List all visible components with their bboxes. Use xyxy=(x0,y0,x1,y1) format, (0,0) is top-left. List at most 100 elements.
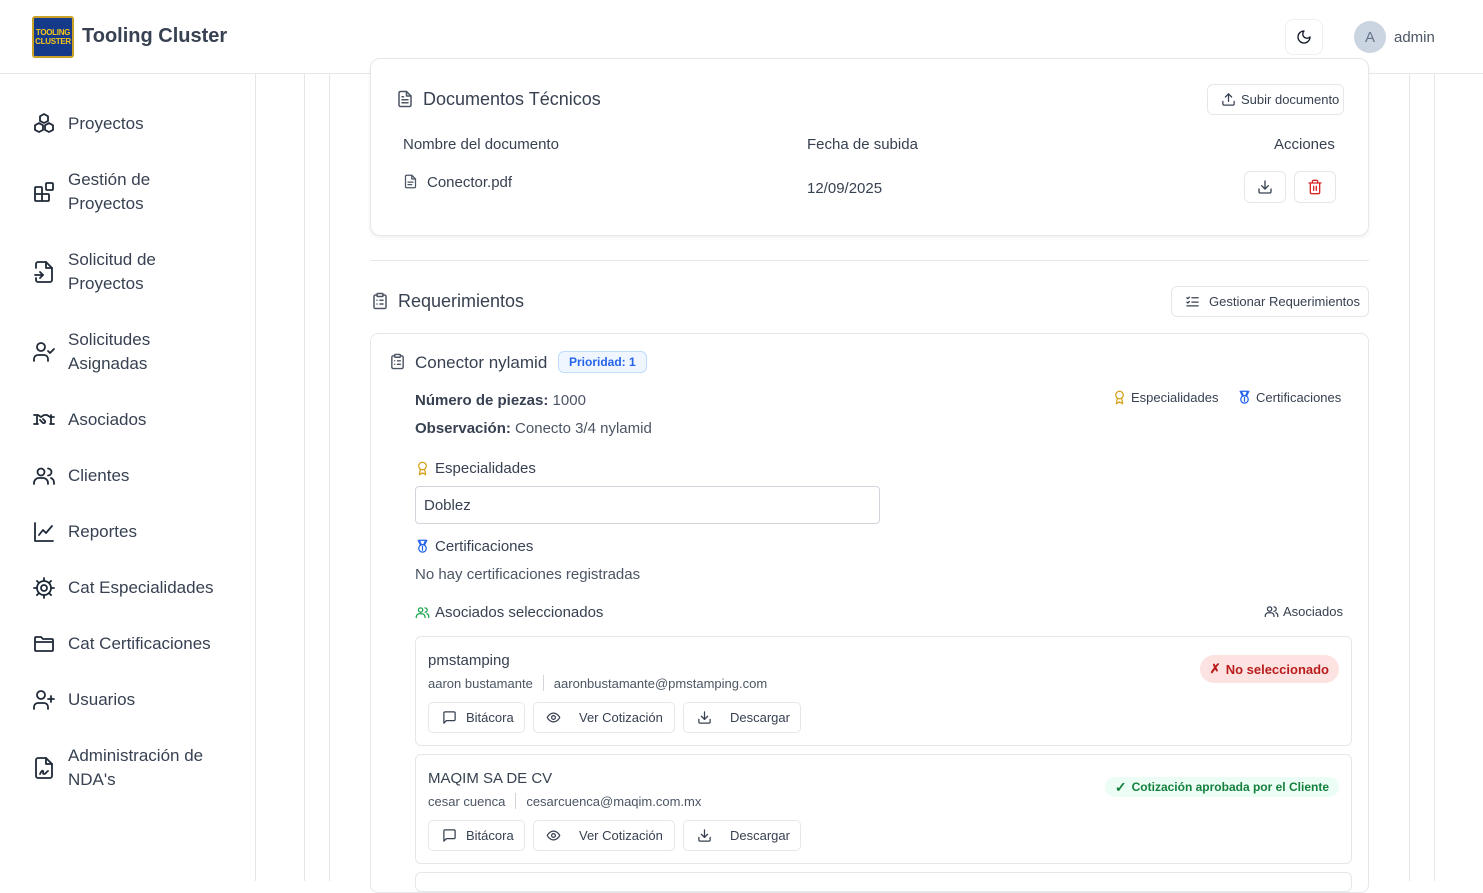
view-quote-button[interactable]: Ver Cotización xyxy=(533,820,675,851)
sidebar-item-label: Gestión de Proyectos xyxy=(68,170,151,213)
download-quote-button[interactable]: Descargar xyxy=(683,820,801,851)
view-quote-label: Ver Cotización xyxy=(579,828,663,843)
username[interactable]: admin xyxy=(1394,29,1435,46)
sidebar-item-proyectos[interactable]: Proyectos xyxy=(32,112,228,136)
download-document-button[interactable] xyxy=(1244,171,1286,203)
sidebar-item-administracion-ndas[interactable]: Administración de NDA's xyxy=(32,744,228,792)
clipboard-list-icon xyxy=(371,292,389,310)
meta-separator xyxy=(542,675,544,691)
message-square-icon xyxy=(442,710,457,725)
document-date: 12/09/2025 xyxy=(807,180,883,197)
theme-toggle-button[interactable] xyxy=(1285,19,1323,55)
sidebar-item-label: Cat Certificaciones xyxy=(68,634,211,653)
sidebar-item-cat-certificaciones[interactable]: Cat Certificaciones xyxy=(32,632,228,656)
download-label: Descargar xyxy=(730,828,790,843)
eye-icon xyxy=(546,710,561,725)
sidebar-item-label: Proyectos xyxy=(68,114,144,133)
associates-link-label: Asociados xyxy=(1283,604,1343,619)
sidebar-item-label: Solicitud de Proyectos xyxy=(68,250,156,293)
observation-row: Observación: Conecto 3/4 nylamid xyxy=(415,420,652,437)
associate-company: pmstamping xyxy=(428,652,510,669)
view-quote-button[interactable]: Ver Cotización xyxy=(533,702,675,733)
priority-badge: Prioridad: 1 xyxy=(558,351,647,373)
sidebar-item-label: Administración de NDA's xyxy=(68,746,204,789)
log-label: Bitácora xyxy=(466,710,514,725)
download-icon xyxy=(697,828,712,843)
trash-icon xyxy=(1307,179,1323,195)
medal-icon xyxy=(1237,390,1252,405)
sidebar-item-label: Reportes xyxy=(68,522,137,541)
sidebar-item-gestion-proyectos[interactable]: Gestión de Proyectos xyxy=(32,168,228,216)
blocks-icon xyxy=(32,180,56,204)
upload-icon xyxy=(1221,92,1236,107)
sidebar-item-cat-especialidades[interactable]: Cat Especialidades xyxy=(32,576,228,600)
folder-icon xyxy=(32,632,56,656)
certifications-empty: No hay certificaciones registradas xyxy=(415,566,641,583)
specialties-subtitle-label: Especialidades xyxy=(435,460,536,477)
content-frame-inner-left xyxy=(329,74,330,881)
users-icon xyxy=(32,464,56,488)
associate-email: aaronbustamante@pmstamping.com xyxy=(553,675,768,691)
column-header-actions: Acciones xyxy=(1274,136,1335,153)
file-signature-icon xyxy=(32,756,56,780)
certifications-link[interactable]: Certificaciones xyxy=(1237,390,1341,405)
document-name[interactable]: Conector.pdf xyxy=(427,174,512,191)
sidebar-item-label: Clientes xyxy=(68,466,130,485)
download-quote-button[interactable]: Descargar xyxy=(683,702,801,733)
logo-line-2: CLUSTER xyxy=(35,37,71,46)
section-divider xyxy=(370,260,1369,261)
sidebar-item-reportes[interactable]: Reportes xyxy=(32,520,228,544)
delete-document-button[interactable] xyxy=(1294,171,1336,203)
certifications-subtitle-label: Certificaciones xyxy=(435,538,534,555)
app-title: Tooling Cluster xyxy=(82,25,228,47)
sidebar-item-clientes[interactable]: Clientes xyxy=(32,464,228,488)
documents-title: Documentos Técnicos xyxy=(423,89,601,109)
associate-meta: cesar cuenca cesarcuenca@maqim.com.mx xyxy=(428,793,701,809)
file-input-icon xyxy=(32,260,56,284)
upload-document-label: Subir documento xyxy=(1241,92,1340,107)
associate-email: cesarcuenca@maqim.com.mx xyxy=(526,793,702,809)
status-label: No seleccionado xyxy=(1225,661,1329,677)
status-label: Cotización aprobada por el Cliente xyxy=(1131,780,1329,794)
app-logo[interactable]: TOOLING CLUSTER xyxy=(32,16,74,58)
avatar[interactable]: A xyxy=(1354,21,1386,53)
sidebar-item-label: Asociados xyxy=(68,410,147,429)
message-square-icon xyxy=(442,828,457,843)
meta-separator xyxy=(515,793,517,809)
log-button[interactable]: Bitácora xyxy=(428,820,525,851)
associate-meta: aaron bustamante aaronbustamante@pmstamp… xyxy=(428,675,767,691)
requirement-name: Conector nylamid xyxy=(415,353,548,372)
column-header-date: Fecha de subida xyxy=(807,136,918,153)
file-text-icon xyxy=(396,90,414,108)
sidebar-item-usuarios[interactable]: Usuarios xyxy=(32,688,228,712)
sidebar-item-solicitud-proyectos[interactable]: Solicitud de Proyectos xyxy=(32,248,228,296)
upload-document-button[interactable]: Subir documento xyxy=(1207,84,1344,115)
eye-icon xyxy=(546,828,561,843)
manage-requirements-button[interactable]: Gestionar Requerimientos xyxy=(1171,286,1369,317)
download-icon xyxy=(697,710,712,725)
x-mark-icon: ✗ xyxy=(1209,661,1221,676)
clipboard-list-icon xyxy=(389,353,406,370)
download-icon xyxy=(1257,179,1273,195)
associate-card: MAQIM SA DE CV cesar cuenca cesarcuenca@… xyxy=(415,754,1352,864)
user-plus-icon xyxy=(32,688,56,712)
requirements-title: Requerimientos xyxy=(398,291,525,311)
sidebar-item-solicitudes-asignadas[interactable]: Solicitudes Asignadas xyxy=(32,328,228,376)
manage-requirements-label: Gestionar Requerimientos xyxy=(1209,294,1361,309)
specialties-link[interactable]: Especialidades xyxy=(1112,390,1218,405)
sidebar-item-label: Cat Especialidades xyxy=(68,578,214,597)
specialty-item: Doblez xyxy=(415,486,880,524)
certifications-link-label: Certificaciones xyxy=(1256,390,1342,405)
line-chart-icon xyxy=(32,520,56,544)
specialties-subtitle: Especialidades xyxy=(415,460,536,477)
pieces-label: Número de piezas: xyxy=(415,392,549,409)
associates-link[interactable]: Asociados xyxy=(1264,604,1343,619)
column-header-name: Nombre del documento xyxy=(403,136,559,153)
users-icon xyxy=(415,605,430,620)
view-quote-label: Ver Cotización xyxy=(579,710,663,725)
download-label: Descargar xyxy=(730,710,790,725)
associates-subtitle: Asociados seleccionados xyxy=(415,604,603,621)
associates-subtitle-label: Asociados seleccionados xyxy=(435,604,604,621)
sidebar-item-asociados[interactable]: Asociados xyxy=(32,408,228,432)
log-button[interactable]: Bitácora xyxy=(428,702,525,733)
